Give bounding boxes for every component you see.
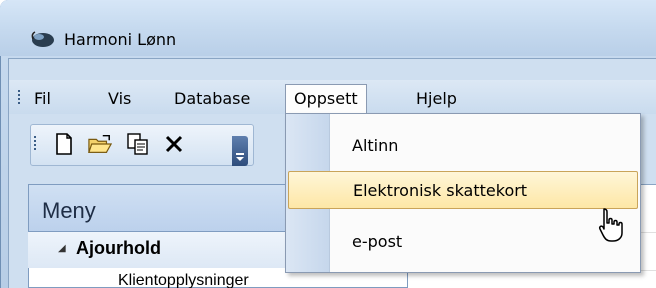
copy-icon[interactable] — [126, 132, 150, 156]
menu-oppsett[interactable]: Oppsett — [285, 84, 367, 115]
dropdown-item-altinn[interactable]: Altinn — [288, 127, 638, 165]
app-mouse-icon — [31, 31, 54, 47]
dropdown-item-e-post[interactable]: e-post — [288, 223, 638, 261]
dropdown-item-elektronisk-skattekort[interactable]: Elektronisk skattekort — [288, 171, 638, 209]
open-folder-icon[interactable] — [88, 132, 112, 156]
toolbar-grip[interactable] — [34, 136, 37, 150]
mouse-pointer-icon — [599, 208, 623, 242]
menubar-grip[interactable] — [18, 90, 21, 104]
tree-item-klientopplysninger[interactable]: Klientopplysninger — [118, 272, 249, 288]
menu-hjelp[interactable]: Hjelp — [408, 84, 465, 114]
title-bar[interactable]: Harmoni Lønn — [0, 0, 656, 56]
menu-database[interactable]: Database — [166, 84, 258, 114]
menu-vis[interactable]: Vis — [100, 84, 139, 114]
panel-title: Meny — [42, 198, 96, 223]
expand-arrow-icon[interactable]: ◢ — [58, 243, 66, 254]
menu-fil[interactable]: Fil — [26, 84, 59, 114]
overflow-chevron-icon[interactable] — [232, 136, 248, 166]
delete-x-icon[interactable] — [162, 132, 186, 156]
window-title: Harmoni Lønn — [64, 30, 177, 49]
section-label-ajourhold[interactable]: Ajourhold — [76, 238, 161, 259]
new-document-icon[interactable] — [52, 132, 76, 156]
